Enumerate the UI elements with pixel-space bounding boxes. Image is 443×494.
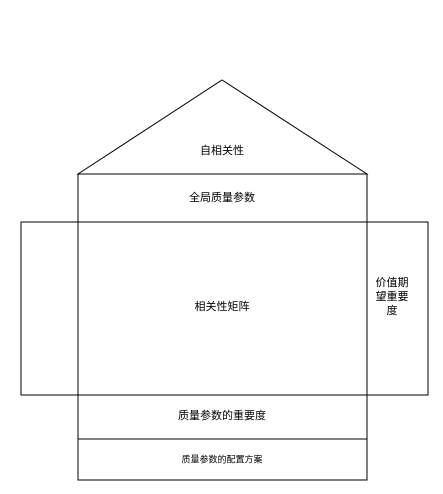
roof-triangle	[76, 79, 369, 175]
house-of-quality-diagram: 自相关性 全局质量参数 相关性矩阵 价值期 望重要 度 质量参数的重要度 质量参…	[20, 79, 429, 481]
importance-label-line-2: 望重要	[376, 289, 409, 303]
technical-params-label: 全局质量参数	[189, 190, 255, 204]
importance-label-line-1: 价值期	[376, 276, 409, 289]
importance-label-line-3: 度	[387, 303, 398, 317]
roof-label: 自相关性	[200, 143, 244, 157]
relationship-matrix-label: 相关性矩阵	[195, 299, 250, 313]
param-importance-label: 质量参数的重要度	[178, 408, 266, 422]
configuration-label: 质量参数的配置方案	[181, 454, 262, 466]
